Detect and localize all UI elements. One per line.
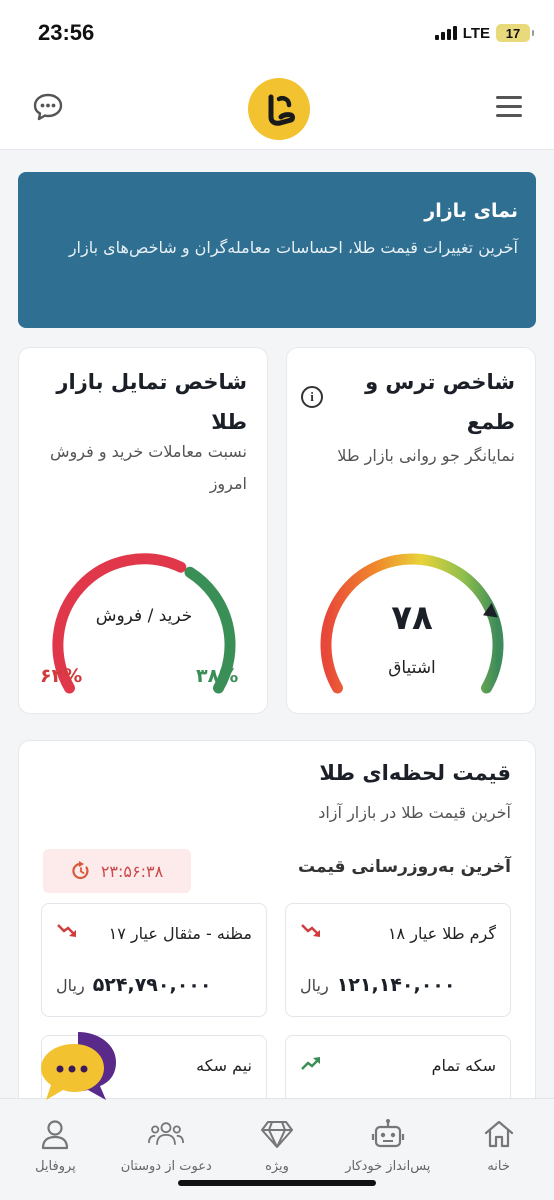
- sentiment-title: شاخص تمایل بازار طلا: [56, 370, 247, 434]
- sell-percent: ۶۲%: [40, 665, 83, 687]
- nav-auto-saving[interactable]: پس‌انداز خودکار: [333, 1117, 443, 1200]
- buy-sell-label: خرید / فروش: [95, 606, 193, 626]
- price-item-name: سکه تمام: [431, 1056, 496, 1075]
- nav-profile[interactable]: پروفایل: [0, 1117, 110, 1200]
- support-chat-button[interactable]: [38, 1030, 118, 1104]
- price-value: ۱۲۱,۱۴۰,۰۰۰: [336, 974, 456, 996]
- fear-greed-card[interactable]: شاخص ترس و طمع i نمایانگر جو روانی بازار…: [286, 347, 536, 714]
- status-bar: 23:56 LTE 17: [0, 0, 554, 66]
- currency-unit: ریال: [300, 976, 329, 995]
- price-item-mesghal17[interactable]: مظنه - مثقال عیار ۱۷ ریال ۵۲۴,۷۹۰,۰۰۰: [41, 903, 267, 1017]
- app-header: [0, 66, 554, 150]
- banner-text: آخرین تغییرات قیمت طلا، احساسات معامله‌گ…: [68, 238, 518, 257]
- live-price-subtitle: آخرین قیمت طلا در بازار آزاد: [318, 803, 511, 822]
- banner-title: نمای بازار: [424, 200, 518, 222]
- network-label: LTE: [462, 24, 490, 42]
- home-icon: [481, 1117, 517, 1151]
- battery-icon: 17: [496, 24, 534, 42]
- nav-special[interactable]: ویژه: [222, 1117, 332, 1200]
- price-item-name: گرم طلا عیار ۱۸: [387, 924, 496, 943]
- support-chat-icon[interactable]: [38, 1030, 118, 1104]
- signal-icon: [434, 26, 457, 40]
- home-indicator: [178, 1180, 376, 1186]
- diamond-icon: [259, 1117, 295, 1151]
- trend-down-icon: [301, 924, 320, 937]
- last-update-label: آخرین به‌روزرسانی قیمت: [298, 857, 511, 877]
- timer-value: ۲۳:۵۶:۳۸: [100, 861, 164, 881]
- live-price-title: قیمت لحظه‌ای طلا: [319, 761, 511, 785]
- price-value: ۵۲۴,۷۹۰,۰۰۰: [92, 974, 212, 996]
- nav-invite-friends[interactable]: دعوت از دوستان: [111, 1117, 221, 1200]
- fear-greed-value: ۷۸: [391, 598, 433, 638]
- buy-percent: ۳۸%: [196, 665, 239, 687]
- nav-label: دعوت از دوستان: [120, 1159, 212, 1174]
- nav-label: ویژه: [265, 1159, 289, 1174]
- price-value-row: ریال ۱۲۱,۱۴۰,۰۰۰: [300, 974, 456, 996]
- trend-up-icon: [301, 1057, 320, 1070]
- nav-label: پس‌انداز خودکار: [345, 1159, 431, 1174]
- status-indicators: LTE 17: [434, 24, 534, 42]
- fear-greed-label: اشتیاق: [388, 658, 436, 678]
- price-item-gram18[interactable]: گرم طلا عیار ۱۸ ریال ۱۲۱,۱۴۰,۰۰۰: [285, 903, 511, 1017]
- profile-icon: [37, 1117, 73, 1151]
- nav-home[interactable]: خانه: [444, 1117, 554, 1200]
- robot-icon: [370, 1117, 406, 1151]
- update-timer[interactable]: ۲۳:۵۶:۳۸: [43, 849, 191, 893]
- price-item-name: مظنه - مثقال عیار ۱۷: [108, 924, 252, 943]
- info-icon[interactable]: i: [301, 386, 323, 408]
- chat-bubble-icon[interactable]: [32, 92, 64, 122]
- market-overview-banner: نمای بازار آخرین تغییرات قیمت طلا، احساس…: [18, 172, 536, 328]
- nav-label: خانه: [487, 1159, 510, 1174]
- market-sentiment-card[interactable]: شاخص تمایل بازار طلا نسبت معاملات خرید و…: [18, 347, 268, 714]
- fear-greed-subtitle: نمایانگر جو روانی بازار طلا: [337, 446, 515, 465]
- users-icon: [148, 1117, 185, 1151]
- refresh-icon[interactable]: [71, 861, 91, 881]
- sentiment-subtitle: نسبت معاملات خرید و فروش امروز: [50, 442, 247, 493]
- hamburger-menu-icon[interactable]: [496, 96, 522, 118]
- fear-greed-title: شاخص ترس و طمع: [365, 370, 515, 434]
- price-value-row: ریال ۵۲۴,۷۹۰,۰۰۰: [56, 974, 212, 996]
- gold-logo-icon[interactable]: [248, 78, 310, 140]
- price-item-name: نیم سکه: [196, 1056, 252, 1075]
- trend-down-icon: [57, 924, 76, 937]
- price-item-full-coin[interactable]: سکه تمام: [285, 1035, 511, 1105]
- status-time: 23:56: [38, 20, 95, 45]
- nav-label: پروفایل: [35, 1159, 76, 1174]
- currency-unit: ریال: [56, 976, 85, 995]
